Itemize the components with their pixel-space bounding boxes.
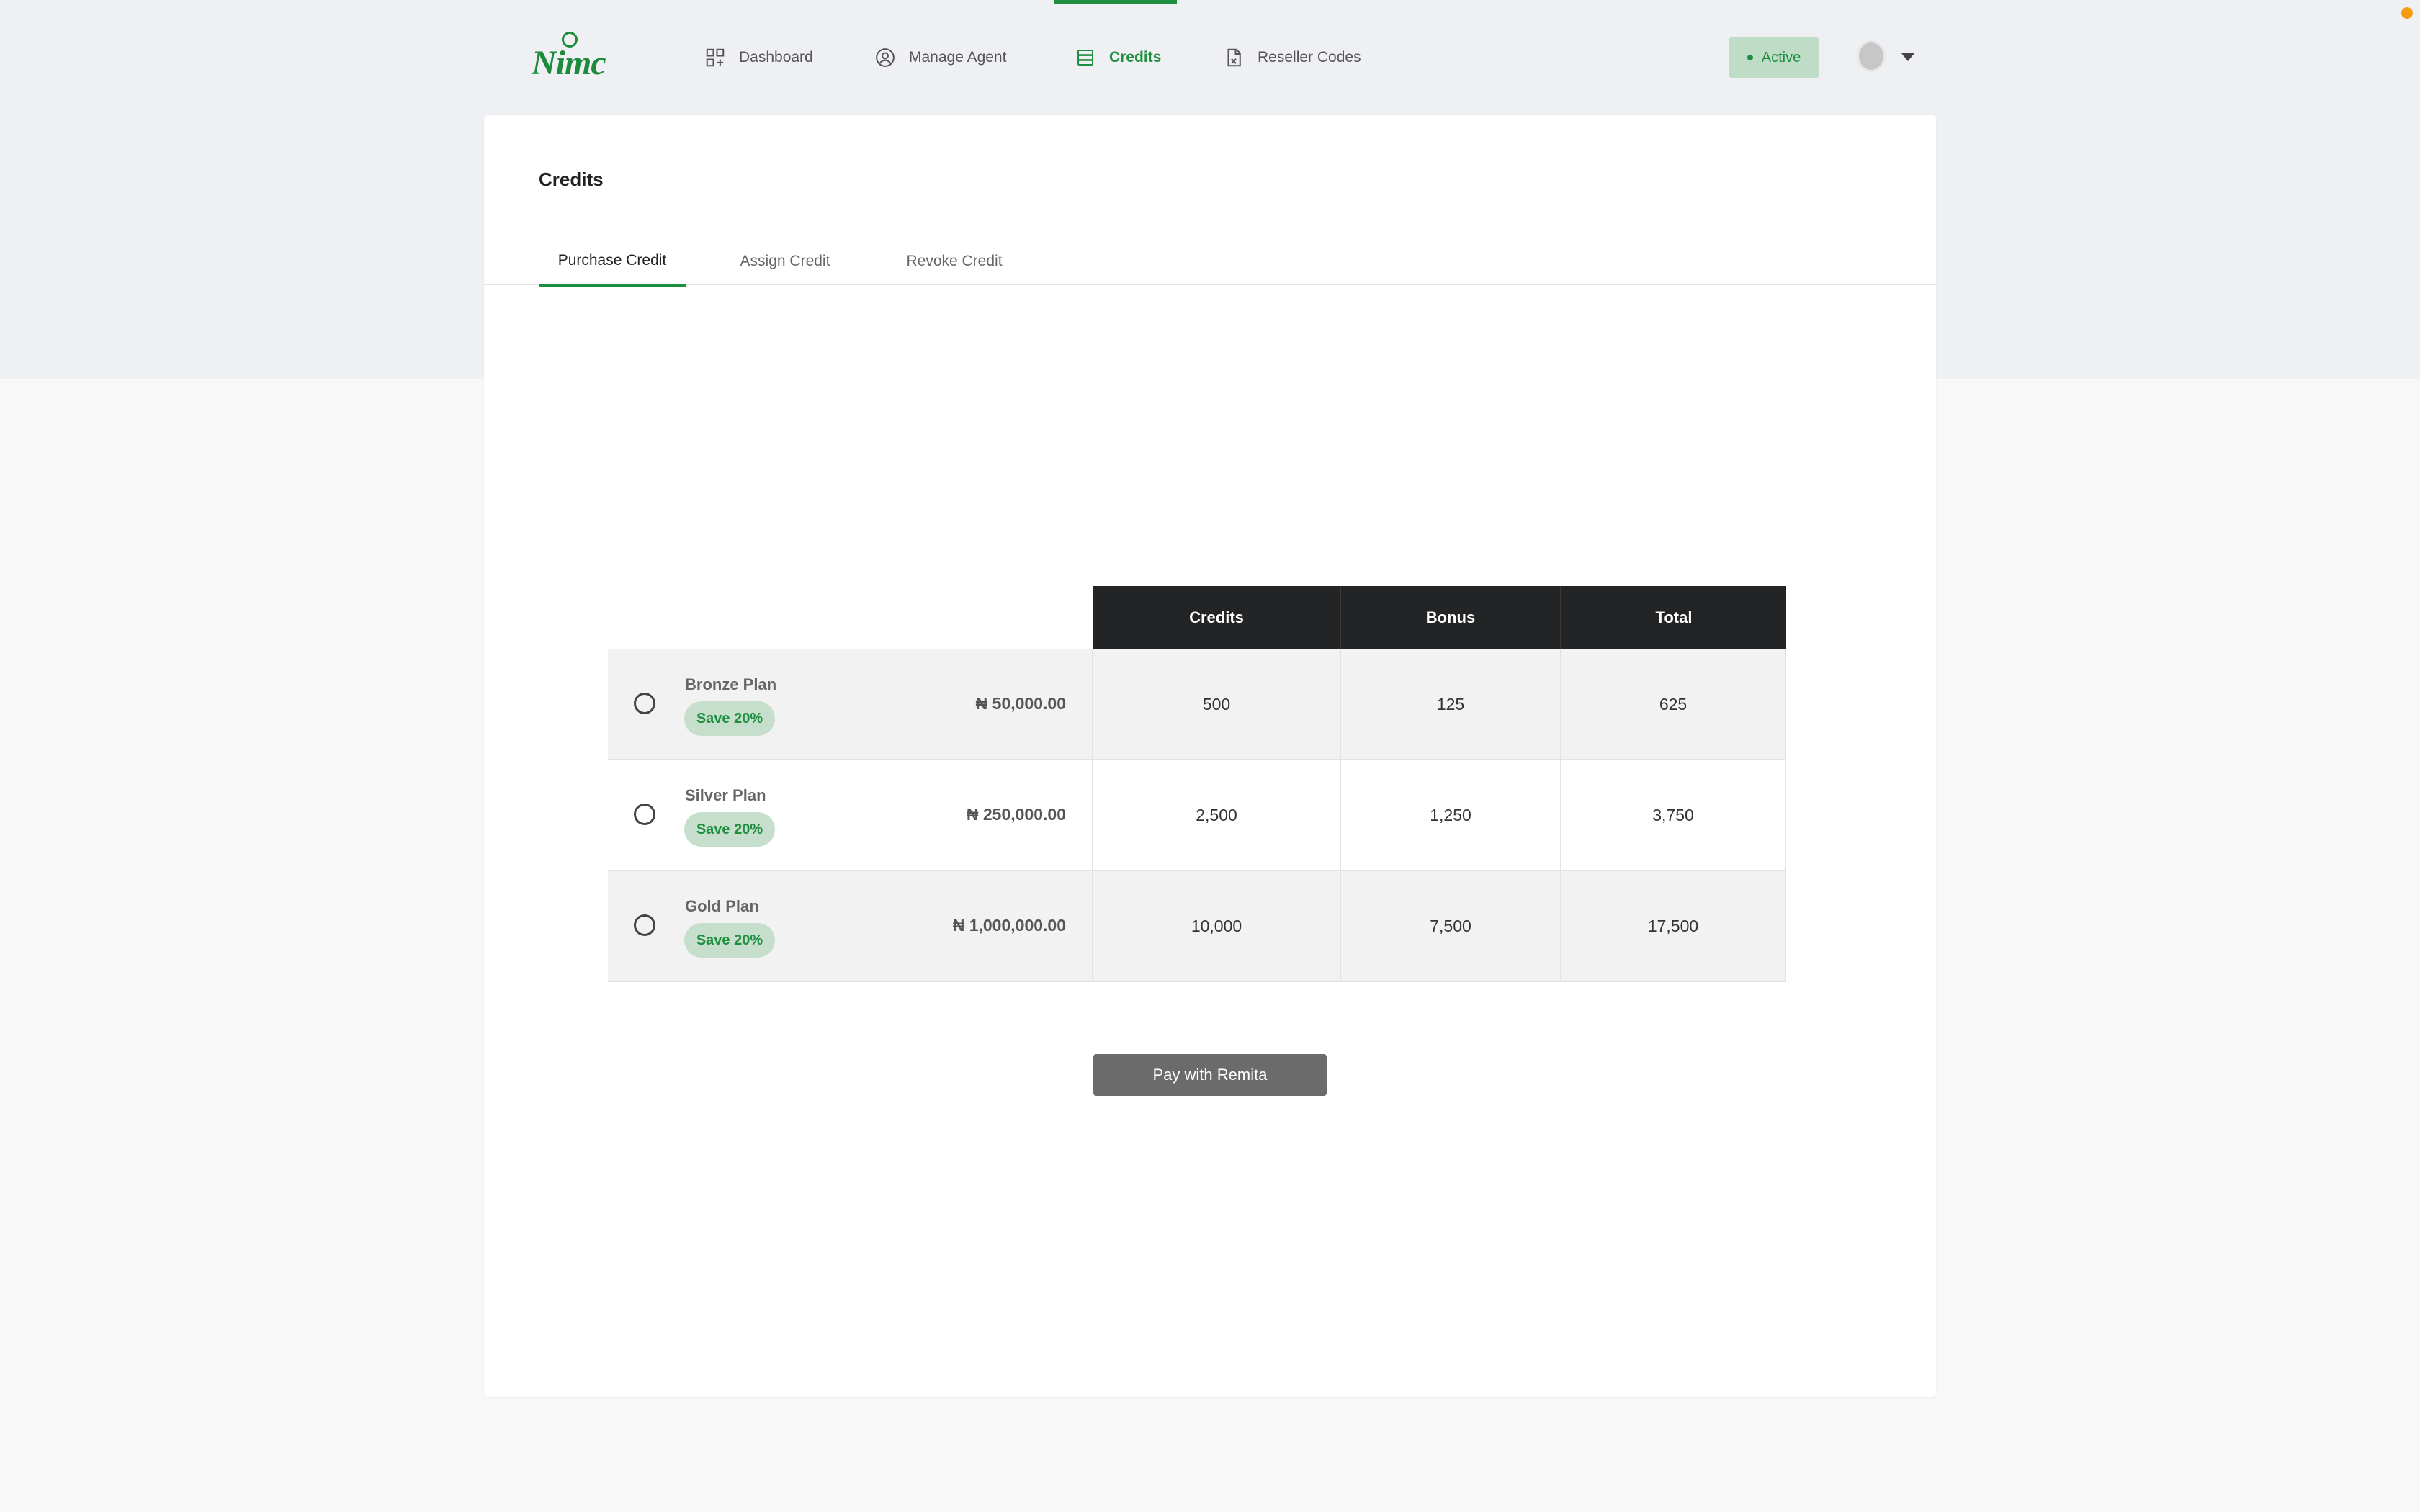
bonus-cell: 1,250 (1341, 760, 1561, 870)
save-badge: Save 20% (684, 812, 775, 847)
chevron-down-icon[interactable] (1901, 53, 1914, 61)
save-badge: Save 20% (684, 701, 775, 736)
plans-table-header: Credits Bonus Total (1093, 586, 1786, 649)
avatar[interactable] (1857, 40, 1886, 72)
column-header-bonus: Bonus (1341, 586, 1561, 649)
plan-info: Silver Plan Save 20% ₦ 250,000.00 (608, 760, 1093, 870)
page-title: Credits (539, 168, 604, 190)
plan-row-gold[interactable]: Gold Plan Save 20% ₦ 1,000,000.00 10,000… (608, 871, 1786, 982)
plan-price: ₦ 50,000.00 (975, 694, 1066, 713)
plan-price: ₦ 250,000.00 (966, 805, 1066, 824)
save-badge: Save 20% (684, 923, 775, 958)
plan-name: Silver Plan (685, 786, 766, 804)
credits-cell: 2,500 (1093, 760, 1341, 870)
column-header-credits: Credits (1093, 586, 1341, 649)
stack-icon (1077, 50, 1093, 66)
nimc-logo[interactable]: Nimc (532, 32, 606, 82)
nav-manage-agent-label: Manage Agent (909, 49, 1007, 66)
plan-radio-silver[interactable] (634, 804, 655, 825)
total-cell: 625 (1561, 649, 1786, 759)
logo-text: Nimc (532, 44, 606, 82)
tab-revoke-credit[interactable]: Revoke Credit (892, 238, 1017, 285)
nav-dashboard[interactable]: Dashboard (704, 42, 813, 73)
nav-credits-label: Credits (1109, 49, 1162, 66)
plan-name: Bronze Plan (685, 675, 777, 693)
plan-name: Gold Plan (685, 897, 759, 915)
bonus-cell: 125 (1341, 649, 1561, 759)
plan-radio-gold[interactable] (634, 914, 655, 936)
tab-assign-credit[interactable]: Assign Credit (725, 238, 846, 285)
status-badge: Active (1729, 37, 1819, 78)
pay-with-remita-button[interactable]: Pay with Remita (1093, 1054, 1327, 1096)
status-label: Active (1761, 49, 1801, 66)
column-header-total: Total (1655, 608, 1693, 626)
nav-credits[interactable]: Credits (1075, 42, 1161, 73)
top-navbar: Nimc Dashboard Manage Agent Credits Rese… (0, 0, 2420, 115)
plan-price: ₦ 1,000,000.00 (952, 916, 1066, 935)
nav-active-indicator (1054, 0, 1177, 4)
total-cell: 3,750 (1561, 760, 1786, 870)
tab-purchase-credit[interactable]: Purchase Credit (539, 238, 686, 287)
nav-reseller-codes-label: Reseller Codes (1258, 49, 1361, 66)
plan-row-bronze[interactable]: Bronze Plan Save 20% ₦ 50,000.00 500 125… (608, 649, 1786, 760)
credits-cell: 500 (1093, 649, 1341, 759)
credit-tabs: Purchase Credit Assign Credit Revoke Cre… (484, 238, 1936, 287)
plan-info: Gold Plan Save 20% ₦ 1,000,000.00 (608, 871, 1093, 981)
nav-reseller-codes[interactable]: Reseller Codes (1223, 42, 1361, 73)
plan-row-silver[interactable]: Silver Plan Save 20% ₦ 250,000.00 2,500 … (608, 760, 1786, 871)
total-cell: 17,500 (1561, 871, 1786, 981)
credits-cell: 10,000 (1093, 871, 1341, 981)
nav-dashboard-label: Dashboard (739, 49, 813, 66)
document-icon (1227, 48, 1241, 67)
dashboard-icon (706, 48, 725, 67)
plan-info: Bronze Plan Save 20% ₦ 50,000.00 (608, 649, 1093, 759)
status-dot-icon (1747, 55, 1753, 60)
bonus-cell: 7,500 (1341, 871, 1561, 981)
nav-manage-agent[interactable]: Manage Agent (874, 42, 1006, 73)
plan-radio-bronze[interactable] (634, 693, 655, 714)
user-circle-icon (876, 48, 895, 67)
